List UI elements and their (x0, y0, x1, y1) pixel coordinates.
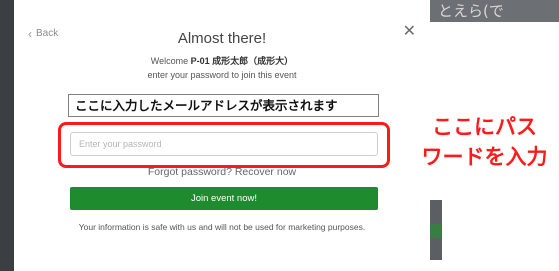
welcome-prefix: Welcome (150, 56, 189, 66)
email-display: ここに入力したメールアドレスが表示されます (68, 94, 379, 117)
background-edge-bit (430, 224, 442, 238)
page-backdrop-left (0, 0, 14, 271)
privacy-note: Your information is safe with us and wil… (78, 222, 366, 232)
modal-title: Almost there! (177, 30, 267, 47)
annotation-line-2: ワードを入力 (421, 145, 548, 169)
welcome-line: Welcome P-01 成形太郎（成形大） (14, 54, 430, 67)
background-edge (430, 200, 442, 260)
modal-subtitle: enter your password to join this event (147, 70, 297, 80)
join-event-modal: ‹ Back ✕ Almost there! Welcome P-01 成形太郎… (14, 14, 430, 266)
annotation-line-1: ここにパス (432, 115, 537, 139)
background-fragment: とえら(で (430, 0, 559, 22)
forgot-password-link[interactable]: Forgot password? Recover now (148, 166, 296, 178)
join-event-button[interactable]: Join event now! (70, 187, 378, 210)
password-input[interactable] (70, 132, 378, 156)
forgot-password-link-row: Forgot password? Recover now (14, 166, 430, 178)
welcome-name: P-01 成形太郎（成形大） (190, 56, 294, 66)
annotation-callout: ここにパス ワードを入力 (410, 112, 559, 172)
